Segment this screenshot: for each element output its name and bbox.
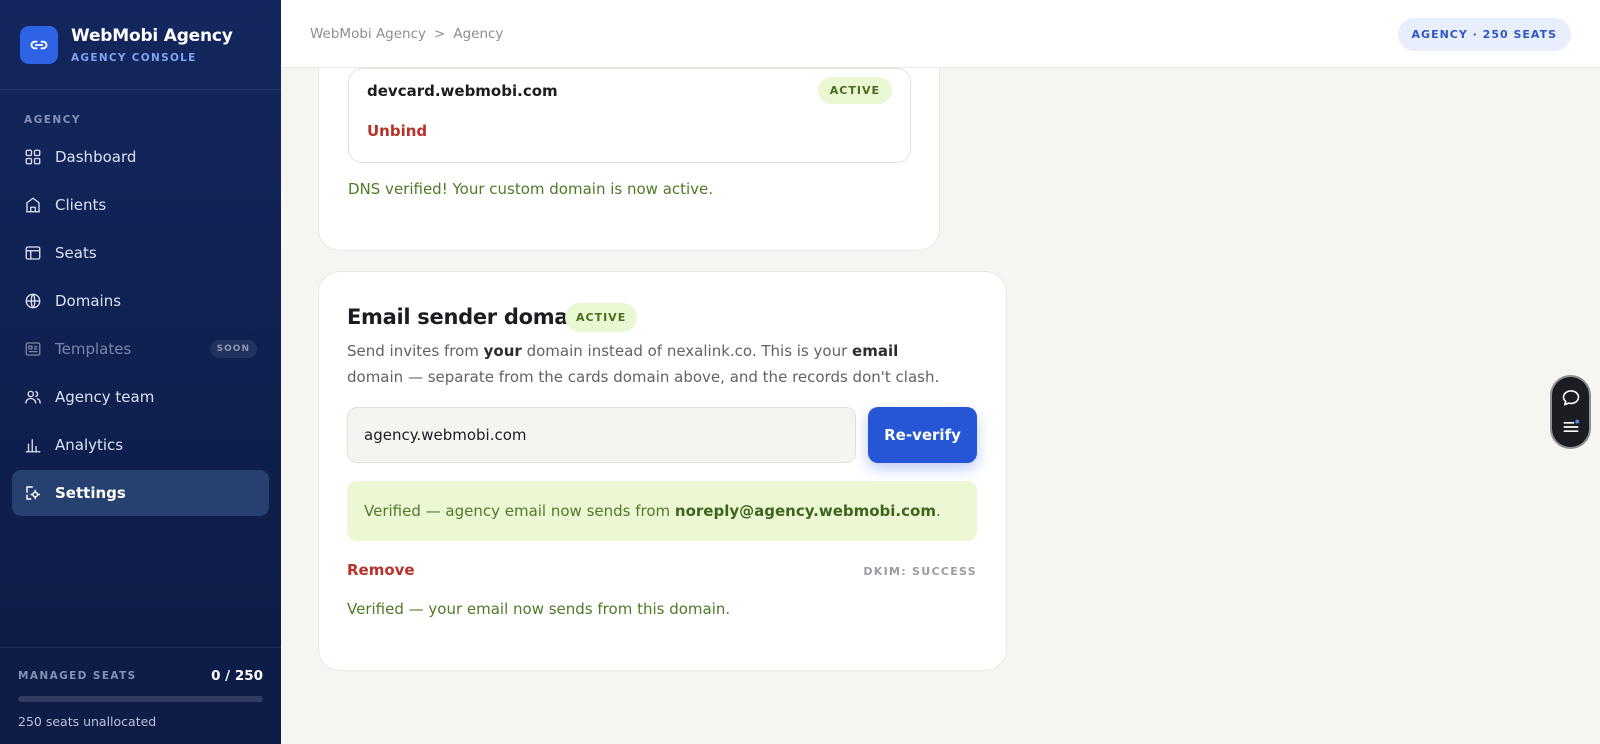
remove-button[interactable]: Remove (347, 561, 415, 579)
section-description: Send invites from your domain instead of… (347, 342, 940, 386)
brand-name: WebMobi Agency (71, 25, 233, 46)
layout-icon (24, 244, 42, 262)
plan-badge: AGENCY · 250 SEATS (1397, 18, 1571, 51)
managed-seats: MANAGED SEATS 0 / 250 250 seats unalloca… (0, 647, 281, 744)
grid-icon (24, 148, 42, 166)
bound-domain-name: devcard.webmobi.com (367, 82, 558, 100)
sidebar-item-label: Agency team (55, 388, 155, 406)
section-title: Email sender domain (347, 305, 590, 329)
template-icon (24, 340, 42, 358)
sidebar-nav: Dashboard Clients Seats Domains Template… (0, 134, 281, 516)
settings-icon (24, 484, 42, 502)
seats-unallocated-note: 250 seats unallocated (18, 714, 157, 729)
sidebar-item-label: Seats (55, 244, 97, 262)
dns-verified-message: DNS verified! Your custom domain is now … (348, 180, 714, 198)
sidebar-item-label: Domains (55, 292, 122, 310)
sidebar-item-label: Templates (55, 340, 132, 358)
breadcrumb: WebMobi Agency > Agency (310, 26, 503, 42)
floating-dock (1550, 375, 1591, 449)
status-badge: ACTIVE (565, 303, 638, 332)
soon-badge: SOON (209, 340, 257, 358)
sidebar-item-agency-team[interactable]: Agency team (12, 374, 269, 420)
sidebar-item-templates[interactable]: Templates SOON (12, 326, 269, 372)
building-icon (24, 196, 42, 214)
users-icon (24, 388, 42, 406)
sidebar-item-seats[interactable]: Seats (12, 230, 269, 276)
verified-banner: Verified — agency email now sends from n… (347, 481, 977, 541)
reverify-button[interactable]: Re-verify (868, 407, 977, 463)
email-domain-input[interactable] (347, 407, 856, 463)
nav-section-label: AGENCY (24, 114, 82, 126)
sidebar-item-label: Clients (55, 196, 107, 214)
breadcrumb-item: Agency (453, 25, 504, 42)
unbind-button[interactable]: Unbind (367, 122, 427, 140)
brand-subtitle: AGENCY CONSOLE (71, 51, 197, 64)
status-badge: ACTIVE (817, 77, 892, 104)
email-sender-domain-card: Email sender domain ACTIVE Send invites … (318, 271, 1007, 671)
managed-seats-label: MANAGED SEATS (18, 670, 137, 682)
sidebar-item-domains[interactable]: Domains (12, 278, 269, 324)
verified-message: Verified — your email now sends from thi… (347, 600, 731, 618)
sidebar-item-analytics[interactable]: Analytics (12, 422, 269, 468)
managed-seats-count: 0 / 250 (211, 668, 263, 684)
sidebar-item-dashboard[interactable]: Dashboard (12, 134, 269, 180)
sidebar: WebMobi Agency AGENCY CONSOLE AGENCY Das… (0, 0, 281, 744)
sidebar-item-label: Analytics (55, 436, 124, 454)
menu-icon[interactable] (1560, 416, 1582, 438)
globe-icon (24, 292, 42, 310)
chat-icon[interactable] (1560, 387, 1582, 409)
breadcrumb-separator: > (434, 25, 446, 42)
bar-chart-icon (24, 436, 42, 454)
seats-progress-bar (18, 696, 263, 702)
sidebar-item-settings[interactable]: Settings (12, 470, 269, 516)
breadcrumb-item[interactable]: WebMobi Agency (310, 26, 426, 42)
link-icon (20, 25, 58, 64)
top-bar: WebMobi Agency > Agency AGENCY · 250 SEA… (281, 0, 1600, 68)
sidebar-item-label: Dashboard (55, 148, 137, 166)
sidebar-item-clients[interactable]: Clients (12, 182, 269, 228)
sidebar-item-label: Settings (55, 484, 126, 502)
bound-domain-row: devcard.webmobi.com ACTIVE Unbind (348, 68, 911, 163)
dkim-status: DKIM: SUCCESS (863, 565, 977, 578)
sender-address: noreply@agency.webmobi.com (674, 502, 936, 520)
brand: WebMobi Agency AGENCY CONSOLE (0, 0, 281, 90)
